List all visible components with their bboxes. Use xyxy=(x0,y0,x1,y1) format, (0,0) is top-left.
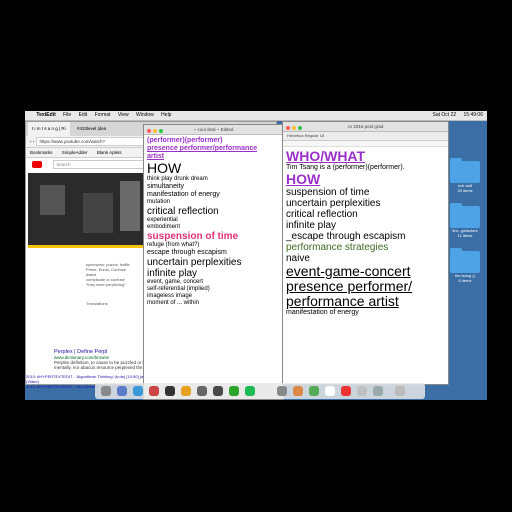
document-body[interactable]: WHO/WHAT Tim Tsang is a (performer)(perfo… xyxy=(283,147,448,319)
document-line[interactable]: uncertain perplexities xyxy=(147,257,280,268)
document-line[interactable]: manifestation of energy xyxy=(147,191,280,199)
desktop-folder-3[interactable]: tim tsang () 6 items xyxy=(445,248,485,283)
document-line[interactable]: suspension of time xyxy=(286,187,445,198)
document-line[interactable]: critical reflection xyxy=(286,209,445,220)
app-icon[interactable] xyxy=(261,386,271,396)
folder-icon xyxy=(450,203,480,228)
menu-view[interactable]: View xyxy=(118,111,129,120)
video-frame-shape xyxy=(120,181,140,231)
document-line[interactable]: mutation xyxy=(147,199,280,206)
menu-bar: TextEdit File Edit Format View Window He… xyxy=(25,111,487,121)
folder-icon xyxy=(450,248,480,273)
document-line[interactable]: experiential xyxy=(147,217,280,224)
document-line[interactable]: think play drunk dream xyxy=(147,176,280,183)
menu-edit[interactable]: Edit xyxy=(79,111,88,120)
back-icon[interactable]: ‹ › xyxy=(30,139,34,144)
window-titlebar: cv 2016 post grad xyxy=(283,122,448,132)
document-line[interactable]: infinite play xyxy=(286,220,445,231)
document-line[interactable]: embodiment xyxy=(147,224,280,231)
browser-tab-1[interactable]: t i m t s a n g | Ri xyxy=(28,122,70,136)
format-toolbar[interactable]: Helvetica Regular 18 xyxy=(283,132,448,141)
document-line[interactable]: critical reflection xyxy=(147,206,280,217)
app-icon[interactable] xyxy=(229,386,239,396)
document-line[interactable]: self-referential (implied) xyxy=(147,286,280,293)
dock xyxy=(95,383,425,399)
document-line[interactable]: infinite play xyxy=(147,268,280,279)
app-icon[interactable] xyxy=(309,386,319,396)
document-line[interactable]: presence performer/performance xyxy=(147,145,280,153)
document-line[interactable]: performance strategies xyxy=(286,242,445,253)
app-icon[interactable] xyxy=(165,386,175,396)
document-line[interactable]: escape through escapism xyxy=(147,249,280,257)
status-date[interactable]: Sat Oct 22 xyxy=(433,111,457,120)
document-line[interactable]: (performer)(performer) xyxy=(147,137,280,145)
traffic-lights-icon[interactable] xyxy=(147,127,165,136)
traffic-lights-icon[interactable] xyxy=(286,124,304,133)
document-line[interactable]: imageless image xyxy=(147,293,280,300)
document-line[interactable]: suspension of time xyxy=(147,231,280,242)
app-icon[interactable] xyxy=(341,386,351,396)
video-frame-shape xyxy=(83,193,113,233)
folder-count: 20 items xyxy=(457,188,473,193)
launchpad-icon[interactable] xyxy=(117,386,127,396)
textedit-icon[interactable] xyxy=(325,386,335,396)
video-player[interactable] xyxy=(28,173,150,248)
trash-icon[interactable] xyxy=(395,386,405,396)
video-frame-shape xyxy=(40,185,65,215)
preview-icon[interactable] xyxy=(357,386,367,396)
document-line[interactable]: event-game-concert xyxy=(286,264,445,279)
document-line[interactable]: presence performer/ xyxy=(286,279,445,294)
menu-help[interactable]: Help xyxy=(161,111,171,120)
calendar-icon[interactable] xyxy=(197,386,207,396)
app-icon[interactable] xyxy=(277,386,287,396)
video-progress-bar[interactable] xyxy=(28,245,150,248)
document-line[interactable]: HOW xyxy=(147,161,280,176)
document-line[interactable]: performance artist xyxy=(286,294,445,309)
desktop-folder-2[interactable]: tim...gefactors 11 items xyxy=(445,203,485,238)
browser-tab-2[interactable]: #433level |dea xyxy=(73,122,110,136)
document-line[interactable]: simultaneity xyxy=(147,183,280,191)
menu-app[interactable]: TextEdit xyxy=(36,111,55,120)
document-line[interactable]: _escape through escapism xyxy=(286,231,445,242)
bookmark-item[interactable]: SimpleAdder xyxy=(62,150,88,155)
bookmark-item[interactable]: Bookmarks xyxy=(30,150,53,155)
document-line[interactable]: event, game, concert xyxy=(147,279,280,286)
menu-file[interactable]: File xyxy=(63,111,71,120)
document-line[interactable]: moment of ... within xyxy=(147,300,280,307)
window-title: cv 2016 post grad xyxy=(347,124,384,129)
folder-icon xyxy=(450,158,480,183)
app-icon[interactable] xyxy=(213,386,223,396)
desktop-screen: TextEdit File Edit Format View Window He… xyxy=(25,111,487,400)
app-icon[interactable] xyxy=(181,386,191,396)
window-title: ~ cool deal ~ Edited xyxy=(193,127,234,132)
menu-format[interactable]: Format xyxy=(95,111,111,120)
youtube-search-input[interactable]: Search xyxy=(53,160,148,170)
document-line[interactable]: refuge (from what?) xyxy=(147,242,280,249)
finder-icon[interactable] xyxy=(101,386,111,396)
document-line[interactable]: WHO/WHAT xyxy=(286,149,445,164)
folder-count: 6 items xyxy=(458,278,472,283)
document-line[interactable]: uncertain perplexities xyxy=(286,198,445,209)
app-icon[interactable] xyxy=(149,386,159,396)
window-titlebar: ~ cool deal ~ Edited xyxy=(144,125,283,135)
folder-count: 11 items xyxy=(457,233,473,238)
menu-window[interactable]: Window xyxy=(136,111,154,120)
app-icon[interactable] xyxy=(293,386,303,396)
textedit-window-2: cv 2016 post grad Helvetica Regular 18 W… xyxy=(282,121,449,385)
document-body[interactable]: (performer)(performer) presence performer… xyxy=(144,135,283,309)
desktop-folder-1[interactable]: ech well 20 items xyxy=(445,158,485,193)
spotify-icon[interactable] xyxy=(245,386,255,396)
safari-icon[interactable] xyxy=(133,386,143,396)
app-icon[interactable] xyxy=(373,386,383,396)
document-line[interactable]: HOW xyxy=(286,172,445,187)
bookmark-item[interactable]: Blank Aplets xyxy=(97,150,122,155)
status-time[interactable]: 15:49:06 xyxy=(464,111,483,120)
menu-status: Sat Oct 22 15:49:06 xyxy=(427,111,483,120)
textedit-window-1: ~ cool deal ~ Edited (performer)(perform… xyxy=(143,124,284,400)
youtube-logo-icon[interactable] xyxy=(32,161,42,169)
document-line[interactable]: manifestation of energy xyxy=(286,309,445,317)
